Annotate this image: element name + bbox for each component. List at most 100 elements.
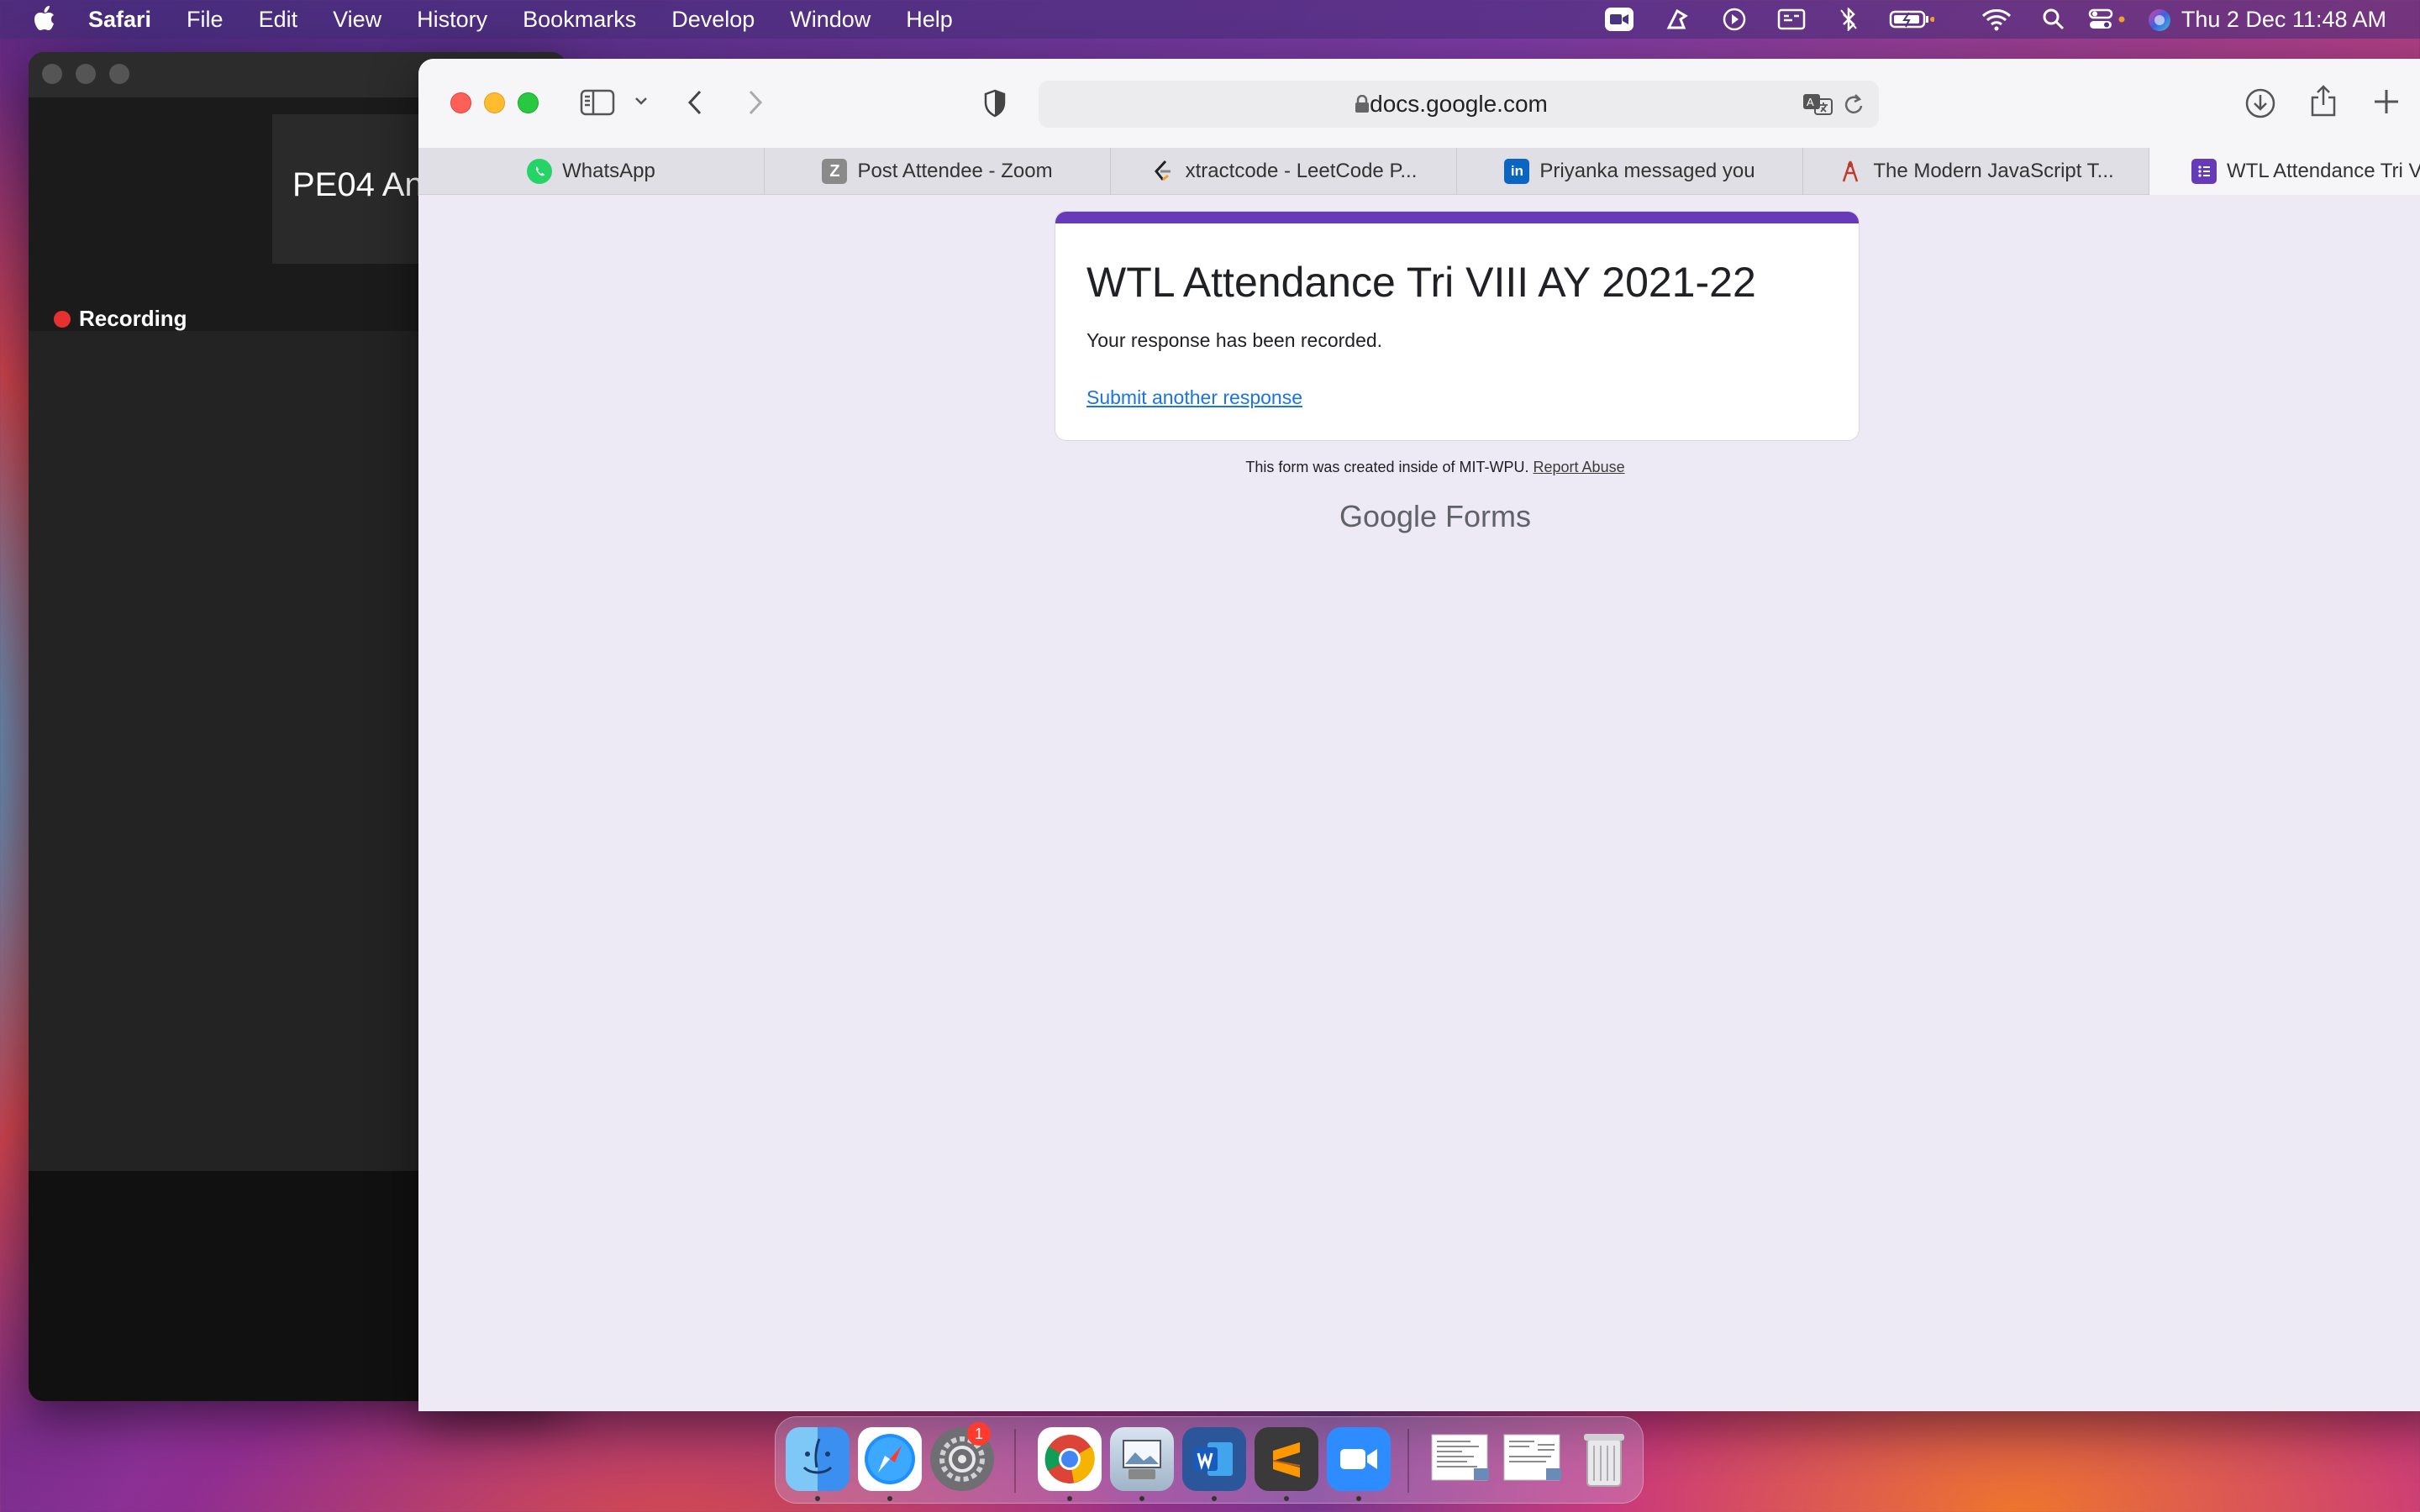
- siri-icon[interactable]: [2147, 8, 2172, 33]
- recording-indicator[interactable]: Recording: [54, 306, 187, 332]
- tab-leetcode[interactable]: xtractcode - LeetCode P...: [1111, 148, 1457, 195]
- preview-icon[interactable]: [1110, 1427, 1174, 1491]
- recording-label: Recording: [79, 306, 187, 331]
- zoom-icon[interactable]: [1605, 8, 1634, 31]
- vpn-icon[interactable]: [1665, 8, 1689, 31]
- finder-running-dot: [815, 1496, 820, 1501]
- document-thumbnail-icon[interactable]: [1500, 1427, 1567, 1491]
- word-icon[interactable]: [1182, 1427, 1246, 1491]
- safari-window: docs.google.com A WhatsApp Z Post Attend…: [418, 59, 2420, 1411]
- web-page: WTL Attendance Tri VIII AY 2021-22 Your …: [418, 195, 2420, 1411]
- form-accent-bar: [1055, 212, 1859, 223]
- menu-help[interactable]: Help: [906, 7, 953, 33]
- safari-running-dot: [887, 1496, 892, 1501]
- footer-text: This form was created inside of MIT-WPU.: [1245, 459, 1529, 475]
- form-title: WTL Attendance Tri VIII AY 2021-22: [1086, 259, 1756, 306]
- address-url: docs.google.com: [1370, 91, 1548, 117]
- sidebar-toggle-icon[interactable]: [580, 89, 615, 116]
- tab-bar: WhatsApp Z Post Attendee - Zoom xtractco…: [418, 148, 2420, 195]
- finder-icon[interactable]: [786, 1427, 850, 1491]
- sidebar-chevron-down-icon[interactable]: [634, 96, 649, 108]
- apple-menu-icon[interactable]: [34, 6, 55, 31]
- document-thumbnail-icon[interactable]: [1428, 1427, 1495, 1491]
- google-forms-icon: [2191, 159, 2217, 184]
- dock-separator: [1407, 1429, 1409, 1493]
- tab-label: Priyanka messaged you: [1539, 160, 1755, 182]
- brand-google: Google: [1339, 499, 1438, 533]
- zoom-minimize-button[interactable]: [76, 64, 96, 84]
- sublime-running-dot: [1284, 1496, 1289, 1501]
- menu-bookmarks[interactable]: Bookmarks: [523, 7, 636, 33]
- system-preferences-badge: 1: [967, 1422, 991, 1446]
- tab-label: Post Attendee - Zoom: [857, 160, 1053, 182]
- spotlight-icon[interactable]: [2042, 8, 2065, 31]
- zoom-running-dot: [1356, 1496, 1361, 1501]
- menu-history[interactable]: History: [417, 7, 487, 33]
- form-footer: This form was created inside of MIT-WPU.…: [418, 459, 2420, 476]
- trash-icon[interactable]: [1572, 1427, 1636, 1491]
- sublime-text-icon[interactable]: [1255, 1427, 1318, 1491]
- tab-label: xtractcode - LeetCode P...: [1185, 160, 1418, 182]
- tab-linkedin[interactable]: in Priyanka messaged you: [1457, 148, 1803, 195]
- play-icon[interactable]: [1723, 8, 1746, 31]
- safari-icon[interactable]: [858, 1427, 922, 1491]
- safari-toolbar: docs.google.com A: [418, 59, 2420, 148]
- word-running-dot: [1212, 1496, 1217, 1501]
- bluetooth-icon[interactable]: [1839, 8, 1859, 31]
- form-confirmation-card: WTL Attendance Tri VIII AY 2021-22 Your …: [1055, 211, 1860, 441]
- chrome-icon[interactable]: [1038, 1427, 1102, 1491]
- zoom-zoom-button[interactable]: [109, 64, 129, 84]
- menu-develop[interactable]: Develop: [671, 7, 755, 33]
- menu-file[interactable]: File: [187, 7, 224, 33]
- chrome-running-dot: [1067, 1496, 1072, 1501]
- report-abuse-link[interactable]: Report Abuse: [1534, 459, 1625, 475]
- recording-dot-icon: [54, 310, 71, 328]
- new-tab-icon[interactable]: [2372, 87, 2401, 116]
- address-bar[interactable]: docs.google.com A: [1039, 81, 1879, 128]
- linkedin-icon: in: [1504, 159, 1530, 184]
- tab-whatsapp[interactable]: WhatsApp: [418, 148, 765, 195]
- svg-text:A: A: [1807, 96, 1814, 108]
- menu-bar: Safari File Edit View History Bookmarks …: [0, 0, 2420, 39]
- leetcode-icon: [1150, 159, 1176, 184]
- confirmation-message: Your response has been recorded.: [1086, 329, 1383, 351]
- tab-javascript-info[interactable]: The Modern JavaScript T...: [1803, 148, 2149, 195]
- back-icon[interactable]: [686, 89, 704, 116]
- zoom-z-icon: Z: [822, 159, 848, 184]
- reload-icon[interactable]: [1844, 92, 1865, 116]
- tab-label: WTL Attendance Tri VIII AY 2021-22: [2227, 160, 2420, 182]
- menu-safari[interactable]: Safari: [88, 7, 151, 33]
- wifi-icon[interactable]: [1981, 8, 2012, 31]
- brand-forms: Forms: [1445, 499, 1532, 533]
- submit-another-response-link[interactable]: Submit another response: [1086, 386, 1302, 409]
- forward-icon[interactable]: [746, 89, 765, 116]
- menu-window[interactable]: Window: [790, 7, 871, 33]
- javascript-info-icon: [1838, 159, 1863, 184]
- minimize-button[interactable]: [484, 92, 505, 113]
- menu-view[interactable]: View: [333, 7, 381, 33]
- tab-zoom[interactable]: Z Post Attendee - Zoom: [765, 148, 1111, 195]
- share-icon[interactable]: [2309, 84, 2338, 118]
- dock-separator: [1014, 1429, 1016, 1493]
- zoom-app-icon[interactable]: [1327, 1427, 1391, 1491]
- fullscreen-button[interactable]: [518, 92, 539, 113]
- display-icon[interactable]: [1777, 8, 1806, 31]
- control-center-icon[interactable]: [2088, 8, 2125, 31]
- tab-wtl-attendance[interactable]: WTL Attendance Tri VIII AY 2021-22: [2149, 148, 2420, 195]
- participant-name: PE04 An: [292, 166, 424, 203]
- dock: 1: [775, 1416, 1644, 1504]
- battery-icon[interactable]: [1889, 8, 1934, 31]
- privacy-shield-icon[interactable]: [983, 89, 1007, 118]
- close-button[interactable]: [450, 92, 471, 113]
- whatsapp-icon: [527, 159, 553, 184]
- tab-label: WhatsApp: [562, 160, 655, 182]
- zoom-close-button[interactable]: [42, 64, 62, 84]
- translate-icon[interactable]: A: [1802, 92, 1835, 117]
- tab-label: The Modern JavaScript T...: [1873, 160, 2114, 182]
- preview-running-dot: [1139, 1496, 1144, 1501]
- menubar-clock[interactable]: Thu 2 Dec 11:48 AM: [2181, 0, 2386, 39]
- menu-edit[interactable]: Edit: [259, 7, 298, 33]
- status-area: Thu 2 Dec 11:48 AM: [1538, 0, 2420, 39]
- downloads-icon[interactable]: [2244, 87, 2276, 119]
- google-forms-logo[interactable]: Google Forms: [418, 499, 2420, 534]
